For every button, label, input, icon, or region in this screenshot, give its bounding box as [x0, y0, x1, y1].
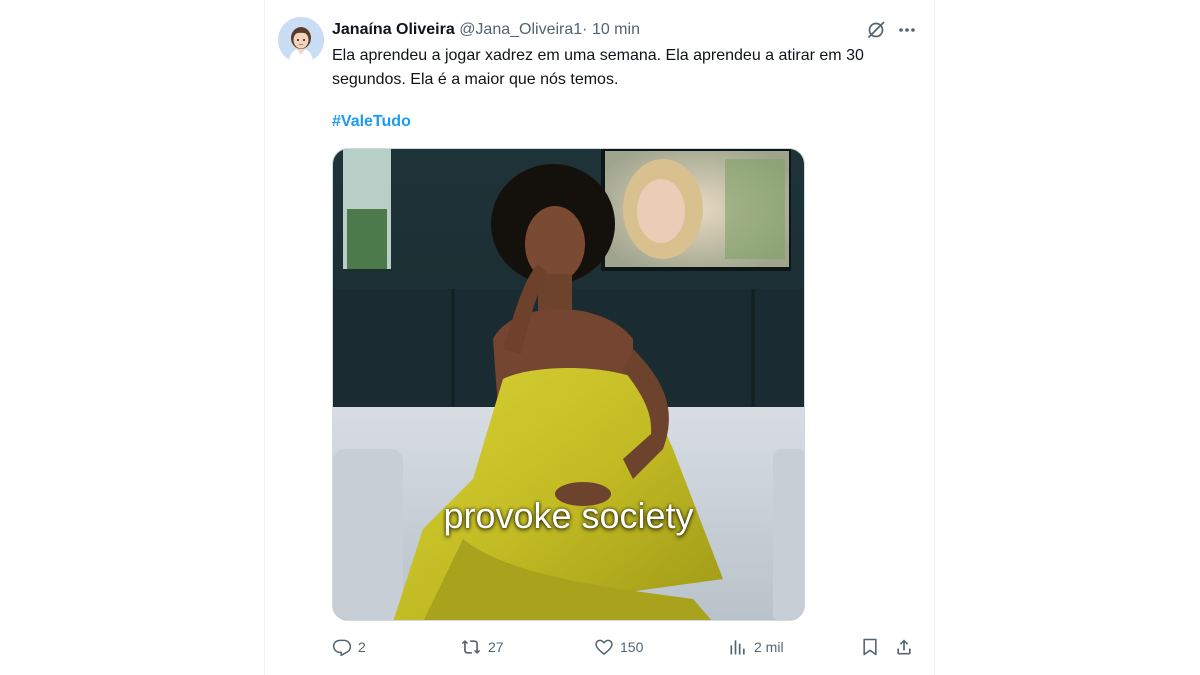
views-icon [730, 640, 745, 655]
timestamp[interactable]: 10 min [592, 21, 640, 38]
reply-count: 2 [358, 639, 366, 655]
repost-icon [461, 640, 481, 654]
repost-button[interactable]: 27 [460, 634, 504, 660]
tweet-header: Janaína Oliveira @Jana_Oliveira1· 10 min [332, 19, 902, 41]
repost-count: 27 [488, 639, 504, 655]
like-count: 150 [620, 639, 644, 655]
tweet-text: Ela aprendeu a jogar xadrez em uma seman… [332, 47, 864, 88]
bookmark-button[interactable] [860, 634, 886, 660]
reply-icon [332, 639, 352, 657]
tweet-actions: 2 27 150 2 mil [332, 634, 917, 660]
bookmark-icon [863, 638, 877, 656]
tweet-media[interactable]: provoke society [332, 148, 805, 621]
views-button[interactable]: 2 mil [728, 634, 784, 660]
hashtag-link[interactable]: #ValeTudo [332, 110, 411, 134]
timeline-right-border [934, 0, 935, 675]
media-caption: provoke society [443, 495, 694, 536]
author-handle[interactable]: @Jana_Oliveira1 [459, 21, 582, 38]
reply-button[interactable]: 2 [332, 634, 366, 660]
views-count: 2 mil [754, 639, 784, 655]
share-icon [897, 639, 911, 655]
tweet[interactable]: Janaína Oliveira @Jana_Oliveira1· 10 min… [265, 0, 934, 675]
avatar[interactable] [278, 17, 324, 63]
author-name[interactable]: Janaína Oliveira [332, 21, 455, 38]
like-icon [595, 639, 613, 655]
grok-icon[interactable] [866, 20, 886, 40]
media-image [333, 149, 804, 620]
separator-dot: · [582, 21, 588, 38]
share-button[interactable] [894, 634, 920, 660]
like-button[interactable]: 150 [594, 634, 643, 660]
more-icon[interactable] [896, 20, 918, 40]
